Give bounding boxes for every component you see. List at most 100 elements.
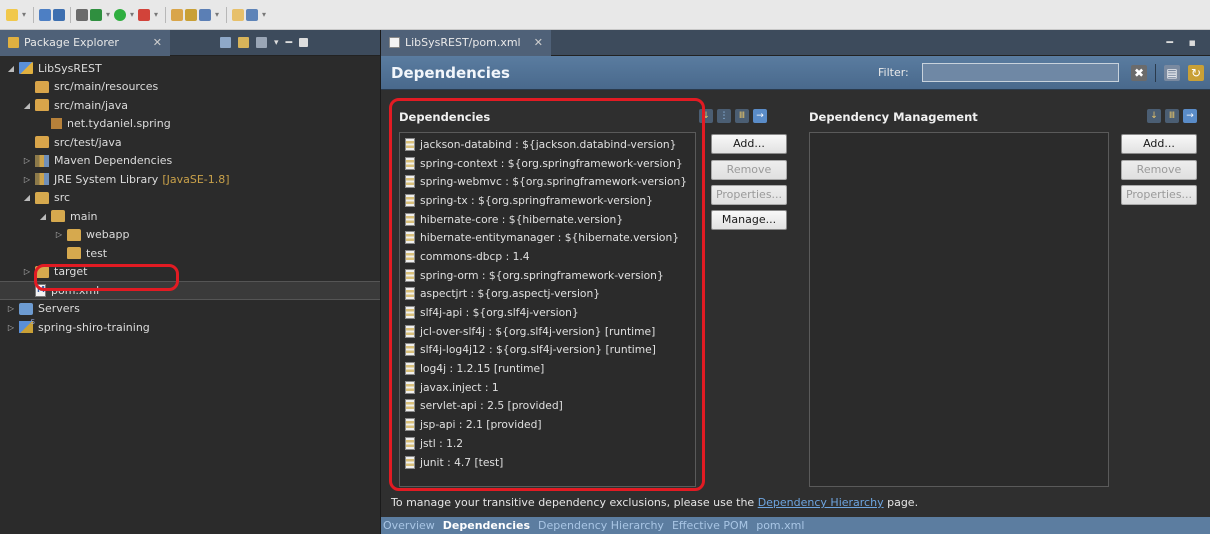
dependency-management-title: Dependency Management bbox=[809, 110, 978, 124]
tree-item[interactable]: src/main/resources bbox=[0, 78, 380, 97]
managed-dependency-properties-button[interactable]: Properties... bbox=[1121, 185, 1197, 205]
dependency-management-list[interactable] bbox=[809, 132, 1109, 487]
filter-input[interactable] bbox=[922, 63, 1119, 82]
refresh-icon[interactable]: ↻ bbox=[1188, 65, 1204, 81]
minimize-icon[interactable]: ━ bbox=[286, 36, 293, 49]
tree-item[interactable]: ◢ src/main/java bbox=[0, 96, 380, 115]
project-icon bbox=[19, 62, 33, 75]
save-icon[interactable] bbox=[39, 8, 51, 21]
chevron-down-icon[interactable]: ▾ bbox=[20, 9, 28, 21]
close-icon[interactable]: ✕ bbox=[153, 36, 162, 49]
tree-item-label: Maven Dependencies bbox=[54, 154, 173, 168]
chevron-down-icon[interactable]: ▾ bbox=[260, 9, 268, 21]
exclusions-note: To manage your transitive dependency exc… bbox=[391, 496, 918, 509]
chevron-down-icon[interactable]: ▾ bbox=[128, 9, 136, 21]
dependency-properties-button[interactable]: Properties... bbox=[711, 185, 787, 205]
package-explorer-tabbar: Package Explorer ✕ ▾ ━ bbox=[0, 29, 380, 56]
new-icon[interactable] bbox=[6, 8, 18, 21]
tree-item[interactable]: ▷ JRE System Library [JavaSE-1.8] bbox=[0, 170, 380, 189]
editor-tabbar: LibSysREST/pom.xml ✕ ━ ▪ bbox=[381, 29, 1210, 56]
manage-dependencies-button[interactable]: Manage... bbox=[711, 210, 787, 230]
show-group-id-icon[interactable]: ⋮ bbox=[717, 109, 731, 123]
tree-item[interactable]: ◢ LibSysREST bbox=[0, 59, 380, 78]
view-menu-icon[interactable]: ▾ bbox=[274, 38, 279, 48]
expanded-chevron-icon[interactable]: ◢ bbox=[38, 212, 48, 221]
remove-dependency-button[interactable]: Remove bbox=[711, 160, 787, 180]
tree-item[interactable]: ◢ main bbox=[0, 207, 380, 226]
collapsed-chevron-icon[interactable]: ▷ bbox=[22, 156, 32, 165]
back-icon[interactable] bbox=[232, 8, 244, 21]
page-tab[interactable]: Overview bbox=[383, 519, 435, 532]
tab-pom-xml[interactable]: LibSysREST/pom.xml ✕ bbox=[381, 29, 551, 56]
expanded-chevron-icon[interactable]: ◢ bbox=[6, 64, 16, 73]
page-tab[interactable]: Dependency Hierarchy bbox=[538, 519, 664, 532]
collapsed-chevron-icon[interactable]: ▷ bbox=[22, 175, 32, 184]
tree-item-decoration: [JavaSE-1.8] bbox=[162, 172, 230, 186]
collapsed-chevron-icon[interactable]: ▷ bbox=[6, 304, 16, 313]
minimize-maximize-icons[interactable]: ━ ▪ bbox=[1166, 36, 1202, 49]
new-server-icon[interactable] bbox=[171, 8, 183, 21]
tree-item[interactable]: ◢ src bbox=[0, 189, 380, 208]
focus-icon[interactable] bbox=[256, 37, 267, 48]
open-type-icon[interactable] bbox=[185, 8, 197, 21]
filter-icon[interactable]: → bbox=[753, 109, 767, 123]
add-managed-dependency-button[interactable]: Add... bbox=[1121, 134, 1197, 154]
add-dependency-button[interactable]: Add... bbox=[711, 134, 787, 154]
chevron-down-icon[interactable]: ▾ bbox=[152, 9, 160, 21]
package-explorer-icon bbox=[8, 37, 19, 48]
dependencies-section-tools: ↓ ⋮ Ⅲ → bbox=[699, 109, 767, 123]
header-separator bbox=[1155, 64, 1156, 82]
tree-item[interactable]: test bbox=[0, 244, 380, 263]
source-folder-icon bbox=[35, 80, 49, 93]
expanded-chevron-icon[interactable]: ◢ bbox=[22, 193, 32, 202]
chevron-down-icon[interactable]: ▾ bbox=[104, 9, 112, 21]
tree-item-label: net.tydaniel.spring bbox=[67, 117, 171, 131]
tree-item[interactable]: ▷ Servers bbox=[0, 300, 380, 319]
run-icon[interactable] bbox=[114, 8, 126, 21]
collapse-all-icon[interactable] bbox=[220, 37, 231, 48]
expanded-chevron-icon[interactable]: ◢ bbox=[22, 101, 32, 110]
servers-folder-icon bbox=[19, 302, 33, 315]
debug-icon[interactable] bbox=[90, 8, 102, 21]
page-tab[interactable]: Dependencies bbox=[443, 519, 530, 532]
dependency-management-tools: ↓ Ⅲ → bbox=[1147, 109, 1197, 123]
external-tools-icon[interactable] bbox=[138, 8, 150, 21]
tab-package-explorer[interactable]: Package Explorer ✕ bbox=[0, 29, 170, 56]
maximize-icon[interactable] bbox=[299, 38, 309, 47]
print-icon[interactable] bbox=[76, 8, 88, 21]
sort-icon[interactable]: ↓ bbox=[1147, 109, 1161, 123]
filter-icon[interactable]: → bbox=[1183, 109, 1197, 123]
library-icon bbox=[35, 173, 49, 186]
page-tab[interactable]: pom.xml bbox=[756, 519, 804, 532]
remove-managed-dependency-button[interactable]: Remove bbox=[1121, 160, 1197, 180]
collapsed-chevron-icon[interactable]: ▷ bbox=[6, 323, 16, 332]
columns-icon[interactable]: Ⅲ bbox=[1165, 109, 1179, 123]
tree-item-label: JRE System Library bbox=[54, 172, 159, 186]
close-icon[interactable]: ✕ bbox=[534, 36, 543, 49]
tree-item[interactable]: ▷ webapp bbox=[0, 226, 380, 245]
page-tab[interactable]: Effective POM bbox=[672, 519, 748, 532]
tab-label: LibSysREST/pom.xml bbox=[405, 36, 521, 49]
collapsed-chevron-icon[interactable]: ▷ bbox=[54, 230, 64, 239]
collapsed-chevron-icon[interactable]: ▷ bbox=[22, 267, 32, 276]
project-icon bbox=[19, 318, 35, 334]
chevron-down-icon[interactable]: ▾ bbox=[213, 9, 221, 21]
tree-item[interactable]: ▷ spring-shiro-training bbox=[0, 318, 380, 337]
folder-icon bbox=[51, 210, 65, 223]
columns-icon[interactable]: Ⅲ bbox=[735, 109, 749, 123]
open-pom-icon[interactable]: ▤ bbox=[1164, 65, 1180, 81]
clear-filter-icon[interactable]: ✖ bbox=[1131, 65, 1147, 81]
link-with-editor-icon[interactable] bbox=[238, 37, 249, 48]
tree-item[interactable]: net.tydaniel.spring bbox=[0, 115, 380, 134]
tree-item[interactable]: ▷ Maven Dependencies bbox=[0, 152, 380, 171]
dependency-hierarchy-link[interactable]: Dependency Hierarchy bbox=[758, 496, 884, 509]
tab-label: Package Explorer bbox=[24, 36, 119, 49]
package-icon bbox=[51, 118, 62, 130]
search-icon[interactable] bbox=[199, 8, 211, 21]
forward-icon[interactable] bbox=[246, 8, 258, 21]
tree-item-label: Servers bbox=[38, 302, 80, 316]
pom-editor-page-tabs: Overview Dependencies Dependency Hierarchy… bbox=[381, 517, 1210, 534]
tree-item[interactable]: src/test/java bbox=[0, 133, 380, 152]
save-all-icon[interactable] bbox=[53, 8, 65, 21]
toolbar-separator bbox=[33, 6, 34, 23]
